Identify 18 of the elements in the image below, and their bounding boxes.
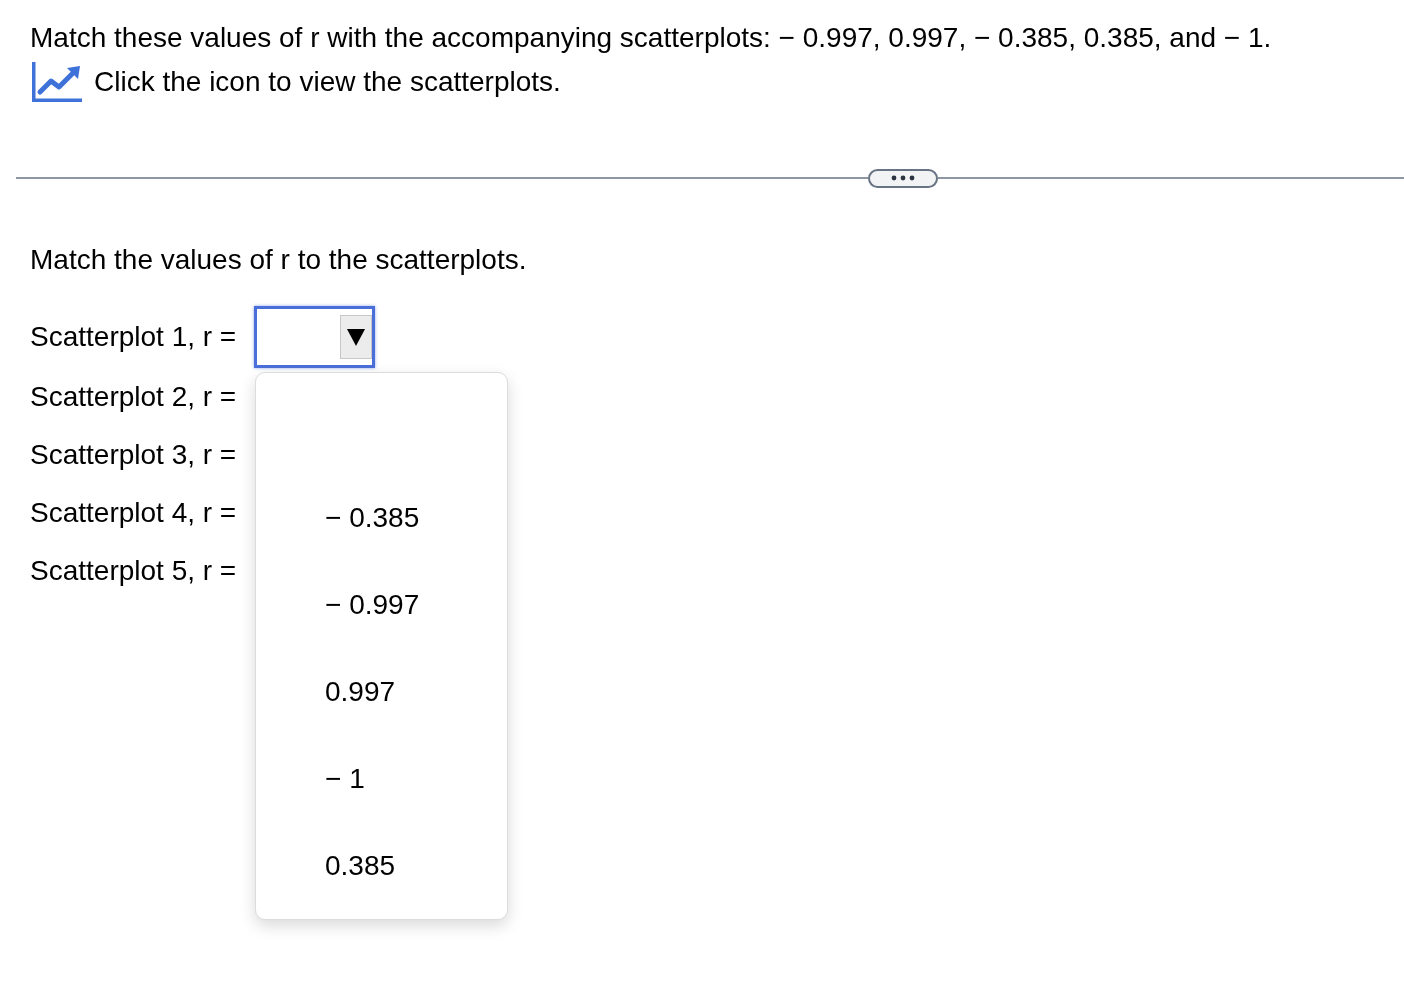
expand-button[interactable] — [868, 168, 938, 188]
instruction-text: Click the icon to view the scatterplots. — [94, 65, 561, 99]
question-text: Match these values of r with the accompanying scatterplots: − 0.997, 0.997, − 0.385, 0.385, and − 1. — [30, 21, 1273, 55]
value-dropdown[interactable] — [254, 306, 375, 368]
row-label: Scatterplot 3, r = — [30, 438, 238, 472]
line-chart-icon[interactable] — [32, 62, 82, 102]
menu-option[interactable]: − 1 — [256, 735, 507, 822]
menu-option[interactable]: − 0.385 — [256, 474, 507, 561]
menu-option[interactable]: 0.997 — [256, 648, 507, 735]
row-label: Scatterplot 1, r = — [30, 320, 238, 354]
prompt-text: Match the values of r to the scatterplots. — [30, 243, 528, 277]
menu-option[interactable]: − 0.997 — [256, 561, 507, 648]
row-label: Scatterplot 4, r = — [30, 496, 238, 530]
menu-option[interactable]: 0.385 — [256, 822, 507, 909]
dots-icon — [891, 175, 915, 181]
caret-icon — [340, 315, 372, 359]
row-label: Scatterplot 5, r = — [30, 554, 238, 588]
row-label: Scatterplot 2, r = — [30, 380, 238, 414]
